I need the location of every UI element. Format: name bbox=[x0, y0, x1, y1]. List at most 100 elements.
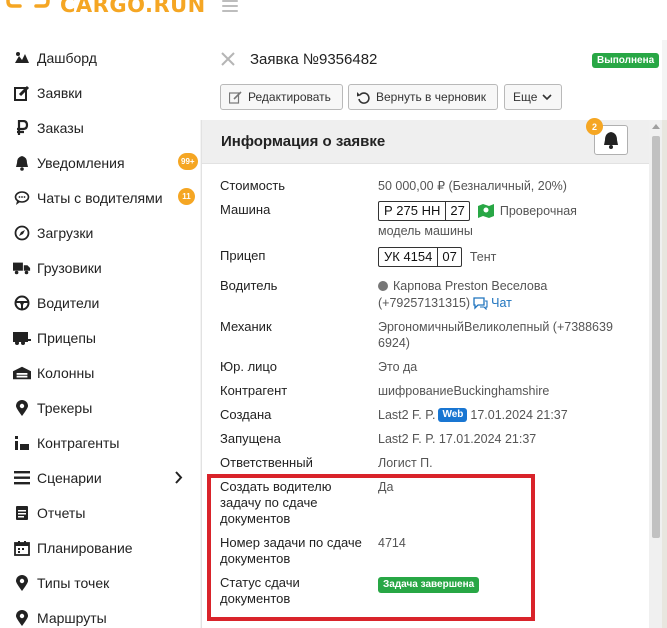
vehicle-plate[interactable]: Р 275 НН 27 bbox=[378, 201, 470, 221]
more-button-label: Еще bbox=[513, 90, 538, 104]
created-label: Создана bbox=[220, 407, 272, 422]
chat-icon[interactable] bbox=[473, 296, 488, 310]
sidebar-item-point-types[interactable]: Типы точек bbox=[0, 565, 200, 600]
map-check-icon bbox=[477, 204, 494, 218]
created-value: Last2 F. P. Web 17.01.2024 21:37 bbox=[378, 407, 568, 423]
sidebar-item-label: Загрузки bbox=[37, 224, 94, 241]
trailer-plate-region: 07 bbox=[437, 248, 460, 266]
driver-name[interactable]: Карпова Preston Веселова bbox=[393, 278, 547, 294]
sidebar-item-label: Маршруты bbox=[37, 609, 107, 626]
compass-icon bbox=[13, 224, 31, 242]
chat-icon bbox=[13, 189, 31, 207]
sidebar-item-planning[interactable]: Планирование bbox=[0, 530, 200, 565]
sidebar-item-trailers[interactable]: Прицепы bbox=[0, 320, 200, 355]
mechanic-value-line1: ЭргономичныйВеликолепный (+7388639 bbox=[378, 320, 613, 334]
sidebar-item-label: Отчеты bbox=[37, 504, 86, 521]
vehicle-plate-region: 27 bbox=[445, 202, 468, 220]
driver-status-dot-icon bbox=[378, 281, 388, 291]
edit-button-label: Редактировать bbox=[248, 90, 331, 104]
sidebar-item-customer-orders[interactable]: Заказы bbox=[0, 110, 200, 145]
responsible-value: Логист П. bbox=[378, 456, 433, 470]
highlight-box bbox=[207, 474, 535, 621]
chevron-down-icon bbox=[542, 93, 552, 100]
revert-to-draft-button[interactable]: Вернуть в черновик bbox=[348, 84, 498, 110]
brand-name: CARGO.RUN bbox=[60, 0, 206, 17]
sidebar-item-label: Трекеры bbox=[37, 399, 93, 416]
chats-count-badge: 11 bbox=[178, 188, 195, 205]
counterparty-value: шифрованиеBuckinghamshire bbox=[378, 384, 550, 398]
created-source-badge: Web bbox=[438, 408, 468, 422]
cargo-logo-icon bbox=[6, 0, 50, 8]
contractors-icon bbox=[13, 434, 31, 452]
sidebar-item-label: Прицепы bbox=[37, 329, 96, 346]
revert-button-label: Вернуть в черновик bbox=[376, 90, 486, 104]
trailer-value: УК 4154 07 Тент bbox=[378, 247, 496, 267]
edit-button[interactable]: Редактировать bbox=[220, 84, 343, 110]
map-pin-icon bbox=[13, 574, 31, 592]
order-status-badge: Выполнена bbox=[592, 53, 660, 68]
order-title: Заявка №9356482 bbox=[250, 51, 378, 68]
driver-chat-link[interactable]: Чат bbox=[491, 295, 512, 311]
sidebar-item-label: Заказы bbox=[37, 119, 84, 136]
chevron-right-icon[interactable] bbox=[174, 471, 183, 484]
sidebar-item-dashboard[interactable]: Дашборд bbox=[0, 40, 200, 75]
more-dropdown-button[interactable]: Еще bbox=[504, 84, 562, 110]
undo-icon bbox=[357, 91, 370, 104]
list-icon bbox=[13, 469, 31, 487]
trailer-plate[interactable]: УК 4154 07 bbox=[378, 247, 462, 267]
sidebar-item-trucks[interactable]: Грузовики bbox=[0, 250, 200, 285]
driver-phone: (+79257131315) bbox=[378, 296, 471, 310]
map-background bbox=[662, 120, 667, 628]
vehicle-plate-number: Р 275 НН bbox=[384, 203, 441, 218]
calendar-icon bbox=[13, 539, 31, 557]
bell-icon bbox=[13, 154, 31, 172]
logo[interactable]: CARGO.RUN bbox=[6, 0, 206, 20]
vehicle-value: Р 275 НН 27 Проверочная bbox=[378, 201, 577, 221]
sidebar-item-reports[interactable]: Отчеты bbox=[0, 495, 200, 530]
sidebar-item-columns[interactable]: Колонны bbox=[0, 355, 200, 390]
notifications-count-badge: 99+ bbox=[178, 153, 198, 170]
trailer-plate-number: УК 4154 bbox=[384, 249, 433, 264]
legal-entity-label: Юр. лицо bbox=[220, 359, 277, 374]
mechanic-value-line2: 6924) bbox=[378, 336, 410, 350]
menu-toggle-icon[interactable] bbox=[222, 0, 238, 14]
sidebar-item-routes[interactable]: Маршруты bbox=[0, 600, 200, 628]
scrollbar-thumb[interactable] bbox=[652, 136, 660, 538]
sidebar-item-label: Контрагенты bbox=[37, 434, 120, 451]
launched-value: Last2 F. P. 17.01.2024 21:37 bbox=[378, 432, 537, 446]
sidebar-item-notifications[interactable]: Уведомления 99+ bbox=[0, 145, 200, 180]
cost-value: 50 000,00 ₽ (Безналичный, 20%) bbox=[378, 179, 567, 193]
report-icon bbox=[13, 504, 31, 522]
warehouse-icon bbox=[13, 364, 31, 382]
route-icon bbox=[13, 609, 31, 627]
vehicle-status-text: Проверочная bbox=[499, 204, 577, 218]
sidebar-item-drivers[interactable]: Водители bbox=[0, 285, 200, 320]
sidebar-item-label: Чаты с водителями bbox=[37, 189, 163, 206]
sidebar-item-label: Уведомления bbox=[37, 154, 125, 171]
sidebar-item-contractors[interactable]: Контрагенты bbox=[0, 425, 200, 460]
created-user: Last2 F. P. bbox=[378, 408, 436, 422]
trailer-icon bbox=[13, 329, 31, 347]
driver-contact: (+79257131315) Чат bbox=[378, 295, 512, 311]
vehicle-label: Машина bbox=[220, 202, 271, 217]
sidebar-item-label: Планирование bbox=[37, 539, 133, 556]
vehicle-model: модель машины bbox=[378, 224, 473, 238]
scroll-up-arrow-icon[interactable] bbox=[652, 124, 660, 129]
map-pin-icon bbox=[13, 399, 31, 417]
info-card-header: Информация о заявке 2 bbox=[202, 118, 650, 164]
legal-entity-value: Это да bbox=[378, 360, 418, 374]
sidebar-item-scenarios[interactable]: Сценарии bbox=[0, 460, 200, 495]
steering-wheel-icon bbox=[13, 294, 31, 312]
bell-icon bbox=[604, 132, 618, 149]
sidebar-item-orders[interactable]: Заявки bbox=[0, 75, 200, 110]
mechanic-label: Механик bbox=[220, 319, 272, 334]
sidebar-item-loads[interactable]: Загрузки bbox=[0, 215, 200, 250]
sidebar-item-label: Дашборд bbox=[37, 49, 97, 66]
responsible-label: Ответственный bbox=[220, 455, 313, 470]
sidebar-item-driver-chats[interactable]: Чаты с водителями 11 bbox=[0, 180, 200, 215]
edit-icon bbox=[13, 84, 31, 102]
sidebar-item-trackers[interactable]: Трекеры bbox=[0, 390, 200, 425]
truck-icon bbox=[13, 259, 31, 277]
sidebar-item-label: Типы точек bbox=[37, 574, 110, 591]
close-icon[interactable] bbox=[220, 51, 236, 67]
